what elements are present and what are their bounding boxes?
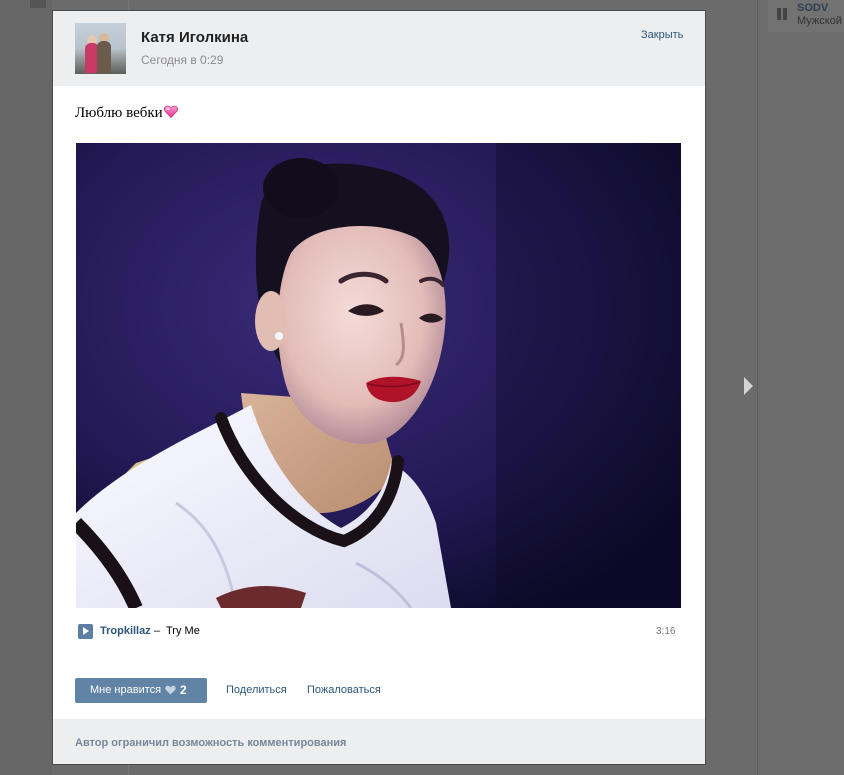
post-modal: Катя Иголкина Сегодня в 0:29 Закрыть Люб…	[52, 10, 706, 765]
close-button[interactable]: Закрыть	[641, 29, 683, 41]
post-date[interactable]: Сегодня в 0:29	[141, 53, 223, 67]
pink-heart-icon	[163, 105, 178, 118]
post-footer: Автор ограничил возможность комментирова…	[53, 719, 705, 764]
post-header: Катя Иголкина Сегодня в 0:29 Закрыть	[53, 11, 705, 86]
audio-attachment: Tropkillaz – Try Me 3:16	[76, 624, 681, 640]
post-photo[interactable]	[76, 143, 681, 608]
like-button[interactable]: Мне нравится 2	[75, 678, 207, 703]
report-button[interactable]: Пожаловаться	[307, 684, 381, 696]
audio-separator: –	[154, 625, 161, 637]
heart-icon	[165, 685, 176, 695]
like-label: Мне нравится	[90, 684, 162, 696]
author-name[interactable]: Катя Иголкина	[141, 29, 248, 46]
post-text: Люблю вебки	[75, 105, 178, 122]
audio-title[interactable]: Try Me	[166, 625, 200, 637]
pause-icon	[777, 8, 787, 20]
background-page-right	[757, 0, 844, 775]
author-avatar[interactable]	[75, 23, 126, 74]
share-button[interactable]: Поделиться	[226, 684, 287, 696]
background-user-name: SODV	[797, 2, 829, 14]
background-page-left	[0, 0, 52, 775]
audio-duration: 3:16	[656, 626, 676, 637]
background-button	[30, 0, 46, 8]
audio-artist[interactable]: Tropkillaz	[100, 625, 151, 637]
next-post-arrow-icon[interactable]	[744, 377, 753, 395]
background-user-subtitle: Мужской	[797, 15, 842, 27]
like-count: 2	[180, 683, 187, 697]
webcam-selfie-photo	[76, 143, 681, 608]
play-icon[interactable]	[78, 624, 93, 639]
post-text-content: Люблю вебки	[75, 105, 163, 121]
comments-disabled-notice: Автор ограничил возможность комментирова…	[75, 737, 347, 749]
